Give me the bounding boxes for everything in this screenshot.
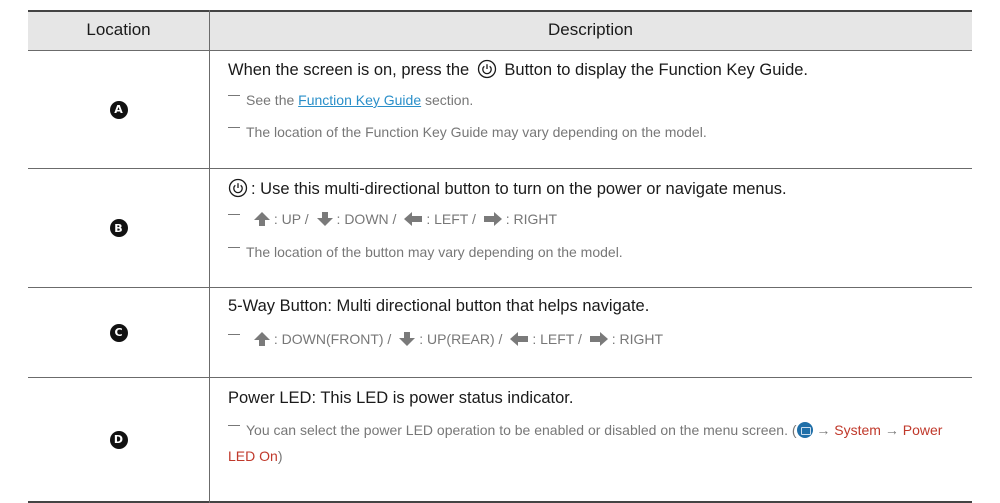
direction-text: : RIGHT: [611, 331, 664, 347]
description-cell-a: When the screen is on, press the Button …: [228, 59, 963, 142]
row-main-text: Power LED: This LED is power status indi…: [228, 387, 963, 409]
main-text-post: : Use this multi-directional button to t…: [251, 180, 787, 198]
note-text: ): [277, 448, 283, 464]
note-text: See the: [246, 92, 295, 108]
direction-text: : LEFT /: [532, 331, 582, 347]
direction-text: : UP /: [273, 211, 309, 227]
location-cell-c: C: [28, 288, 209, 377]
note-line: You can select the power LED operation t…: [228, 417, 963, 469]
direction-line: : DOWN(FRONT) / : UP(REAR) / : LEFT / : …: [228, 329, 963, 349]
description-cell-b: : Use this multi-directional button to t…: [228, 178, 963, 262]
dash-mark: [228, 334, 240, 335]
row-main-text: 5-Way Button: Multi directional button t…: [228, 297, 650, 315]
arrow-right-icon: [589, 332, 608, 346]
note-line: See the Function Key Guide section.: [228, 90, 963, 110]
location-cell-d: D: [28, 378, 209, 501]
direction-text: : DOWN /: [336, 211, 397, 227]
main-text-post: : This LED is power status indicator.: [311, 389, 574, 407]
dash-mark: [228, 214, 240, 215]
note-text: You can select the power LED operation t…: [246, 422, 797, 438]
direction-text: : DOWN(FRONT) /: [273, 331, 392, 347]
arrow-down-icon: [399, 332, 416, 346]
note-line: The location of the button may vary depe…: [228, 242, 963, 262]
arrow-right-icon: [483, 212, 502, 226]
table-header: Location Description: [28, 10, 972, 50]
direction-line: : UP / : DOWN / : LEFT / : RIGHT: [228, 209, 963, 229]
arrow-up-icon: [253, 332, 270, 346]
dash-mark: [228, 247, 240, 248]
dash-mark: [228, 425, 240, 426]
arrow-down-icon: [316, 212, 333, 226]
dash-mark: [228, 95, 240, 96]
direction-text: : LEFT /: [426, 211, 476, 227]
menu-icon: [796, 422, 813, 438]
main-text-post: Button to display the Function Key Guide…: [504, 61, 809, 79]
power-button-icon: [477, 59, 496, 79]
row-main-text: : Use this multi-directional button to t…: [228, 178, 963, 200]
note-text: section.: [425, 92, 474, 108]
direction-text: : UP(REAR) /: [419, 331, 503, 347]
dash-mark: [228, 127, 240, 128]
power-button-icon: [228, 178, 248, 198]
location-badge: C: [109, 323, 128, 342]
menu-system: System: [834, 422, 881, 438]
arrow-left-icon: [510, 332, 529, 346]
description-cell-d: Power LED: This LED is power status indi…: [228, 387, 963, 469]
location-cell-b: B: [28, 169, 209, 287]
note-line: The location of the Function Key Guide m…: [228, 122, 963, 142]
header-location: Location: [86, 20, 151, 39]
location-badge: B: [109, 219, 128, 237]
description-cell-c: 5-Way Button: Multi directional button t…: [228, 295, 963, 349]
main-text-pre: When the screen is on, press the: [228, 61, 470, 79]
column-divider: [209, 10, 210, 503]
arrow-symbol: →: [816, 422, 831, 438]
power-led-label: Power LED: [228, 389, 312, 407]
divider: [28, 10, 972, 12]
arrow-symbol: →: [884, 422, 899, 438]
location-cell-a: A: [28, 51, 209, 168]
direction-text: : RIGHT: [505, 211, 558, 227]
location-badge: A: [109, 100, 128, 119]
note-text: The location of the button may vary depe…: [246, 244, 623, 260]
function-key-guide-link[interactable]: Function Key Guide: [298, 92, 421, 108]
location-badge: D: [109, 430, 128, 449]
arrow-up-icon: [253, 212, 270, 226]
header-description: Description: [547, 20, 634, 39]
row-main-text: When the screen is on, press the Button …: [228, 59, 963, 81]
note-text: The location of the Function Key Guide m…: [246, 124, 707, 140]
arrow-left-icon: [404, 212, 423, 226]
